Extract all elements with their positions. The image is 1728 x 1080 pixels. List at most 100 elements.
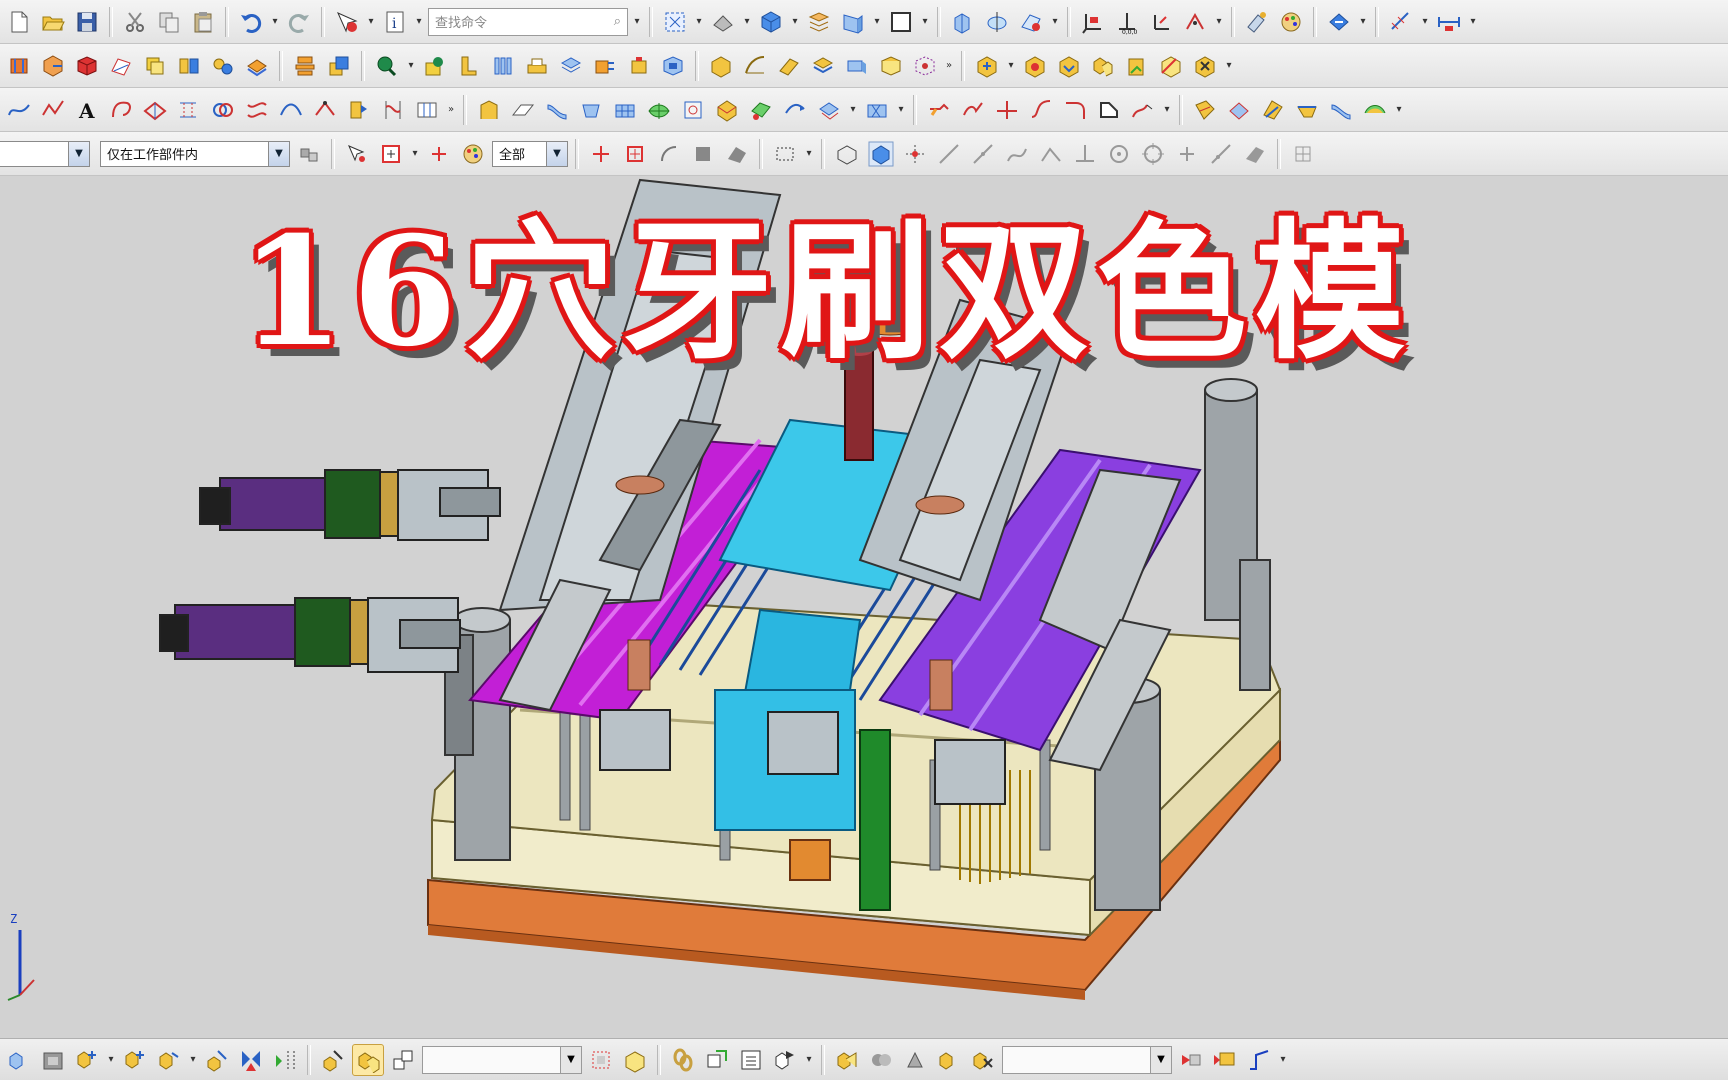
- play-all-icon[interactable]: [1210, 1045, 1240, 1075]
- chevron-down-icon[interactable]: ▼: [560, 1046, 581, 1073]
- work-view-icon[interactable]: [838, 7, 868, 37]
- rectangle-select-icon[interactable]: [770, 139, 800, 169]
- cooling-icon[interactable]: [590, 51, 620, 81]
- reference-set-combo[interactable]: ▼: [422, 1045, 582, 1074]
- grid-icon[interactable]: [1288, 139, 1318, 169]
- point-on-face-icon[interactable]: [1240, 139, 1270, 169]
- pocket-icon[interactable]: [658, 51, 688, 81]
- color-filter-icon[interactable]: [458, 139, 488, 169]
- wcs-rotate-icon[interactable]: [1146, 7, 1176, 37]
- weight-icon[interactable]: [900, 1045, 930, 1075]
- arrangement-combo[interactable]: ▼: [1002, 1045, 1172, 1074]
- intersection-point-icon[interactable]: [1036, 139, 1066, 169]
- move-component-icon[interactable]: [318, 1045, 348, 1075]
- mirror-assembly-icon[interactable]: [202, 1045, 232, 1075]
- style-dropdown[interactable]: ▾: [790, 16, 800, 27]
- new-component-icon[interactable]: [120, 1045, 150, 1075]
- offset-surface-icon[interactable]: [746, 95, 776, 125]
- snap-point-icon[interactable]: [586, 139, 616, 169]
- snap-toggle-icon[interactable]: [900, 139, 930, 169]
- mold-csys-icon[interactable]: [38, 51, 68, 81]
- sequence-icon[interactable]: [770, 1045, 800, 1075]
- wave-geometry-icon[interactable]: [702, 1045, 732, 1075]
- bounded-plane-icon[interactable]: [678, 95, 708, 125]
- search-dropdown[interactable]: ▾: [632, 16, 642, 27]
- interference-chain-icon[interactable]: [668, 1045, 698, 1075]
- wave-link-icon[interactable]: [270, 1045, 300, 1075]
- control-point-icon[interactable]: [1002, 139, 1032, 169]
- shrinkage-icon[interactable]: [72, 51, 102, 81]
- open-folder-icon[interactable]: [38, 7, 68, 37]
- runner-icon[interactable]: [556, 51, 586, 81]
- product-interface-icon[interactable]: [934, 1045, 964, 1075]
- join-curve-icon[interactable]: [310, 95, 340, 125]
- datum-csys-icon[interactable]: [1078, 7, 1108, 37]
- assembly-more-dropdown[interactable]: ▾: [1224, 60, 1234, 71]
- select-dropdown[interactable]: ▾: [410, 148, 420, 159]
- analysis-dropdown[interactable]: ▾: [1420, 16, 1430, 27]
- wcs-dropdown[interactable]: ▾: [1214, 16, 1224, 27]
- snap-arc-icon[interactable]: [654, 139, 684, 169]
- chevron-down-icon[interactable]: ▼: [268, 141, 289, 166]
- assembly-navigator-icon[interactable]: [4, 1045, 34, 1075]
- assembly-move-icon[interactable]: [1122, 51, 1152, 81]
- through-curves-icon[interactable]: [474, 95, 504, 125]
- assembly-replace-icon[interactable]: [1190, 51, 1220, 81]
- assembly-array-icon[interactable]: [1088, 51, 1118, 81]
- block-icon[interactable]: [706, 51, 736, 81]
- standard-part-icon[interactable]: [324, 51, 354, 81]
- assembly-add-icon[interactable]: [972, 51, 1002, 81]
- snap-body-icon[interactable]: [722, 139, 752, 169]
- show-hide-icon[interactable]: [1324, 7, 1354, 37]
- edit-curve-dropdown[interactable]: ▾: [1162, 104, 1172, 115]
- add-component-dropdown[interactable]: ▾: [106, 1054, 116, 1065]
- undo-dropdown[interactable]: ▾: [270, 16, 280, 27]
- information-dropdown[interactable]: ▾: [414, 16, 424, 27]
- component-properties-icon[interactable]: [736, 1045, 766, 1075]
- bounding-box-icon[interactable]: [910, 51, 940, 81]
- measure-length-icon[interactable]: [1434, 7, 1464, 37]
- clearance-analysis-icon[interactable]: [866, 1045, 896, 1075]
- selection-dropdown[interactable]: ▾: [366, 16, 376, 27]
- view-dropdown[interactable]: ▾: [694, 16, 704, 27]
- chevron-down-icon[interactable]: ▼: [68, 141, 89, 166]
- bounding-select-icon[interactable]: [586, 1045, 616, 1075]
- patch-surface-icon[interactable]: [712, 95, 742, 125]
- x-form-icon[interactable]: [1190, 95, 1220, 125]
- fillet-curve-icon[interactable]: [1060, 95, 1090, 125]
- array-dropdown[interactable]: ▾: [188, 1054, 198, 1065]
- workview-dropdown[interactable]: ▾: [872, 16, 882, 27]
- face-blend-icon[interactable]: [862, 95, 892, 125]
- parting-icon[interactable]: [208, 51, 238, 81]
- quadrant-point-icon[interactable]: [1138, 139, 1168, 169]
- divide-curve-icon[interactable]: [958, 95, 988, 125]
- replace-solid-icon[interactable]: [808, 51, 838, 81]
- trim-curve-icon[interactable]: [992, 95, 1022, 125]
- extend-solid-icon[interactable]: [842, 51, 872, 81]
- background-dropdown[interactable]: ▾: [920, 16, 930, 27]
- section-curve-icon[interactable]: [242, 95, 272, 125]
- redo-icon[interactable]: [284, 7, 314, 37]
- fit-view-icon[interactable]: [660, 7, 690, 37]
- trim-solid-icon[interactable]: [774, 51, 804, 81]
- assembly-dropdown[interactable]: ▾: [1006, 60, 1016, 71]
- ruled-surface-icon[interactable]: [508, 95, 538, 125]
- intersect-curve-icon[interactable]: [208, 95, 238, 125]
- selection-scope-combo[interactable]: 仅在工作部件内 ▼: [100, 140, 290, 167]
- ejector-dropdown[interactable]: ▾: [406, 60, 416, 71]
- reference-block-icon[interactable]: [876, 51, 906, 81]
- mold-init-icon[interactable]: [4, 51, 34, 81]
- chevron-down-icon[interactable]: ▼: [1150, 1046, 1171, 1073]
- point-on-curve-icon[interactable]: [1206, 139, 1236, 169]
- show-hide-dropdown[interactable]: ▾: [1358, 16, 1368, 27]
- edit-object-display-icon[interactable]: [1242, 7, 1272, 37]
- wcs-origin-icon[interactable]: 0,0,0: [1112, 7, 1142, 37]
- shaded-cube-icon[interactable]: [756, 7, 786, 37]
- load-options-icon[interactable]: [38, 1045, 68, 1075]
- command-search-input[interactable]: 查找命令 ⌕: [428, 7, 628, 36]
- tools-more[interactable]: »: [944, 60, 954, 71]
- type-filter-combo[interactable]: ▼: [0, 140, 90, 167]
- rect-select-dropdown[interactable]: ▾: [804, 148, 814, 159]
- measure-distance-icon[interactable]: [1386, 7, 1416, 37]
- measure-dropdown[interactable]: ▾: [1468, 16, 1478, 27]
